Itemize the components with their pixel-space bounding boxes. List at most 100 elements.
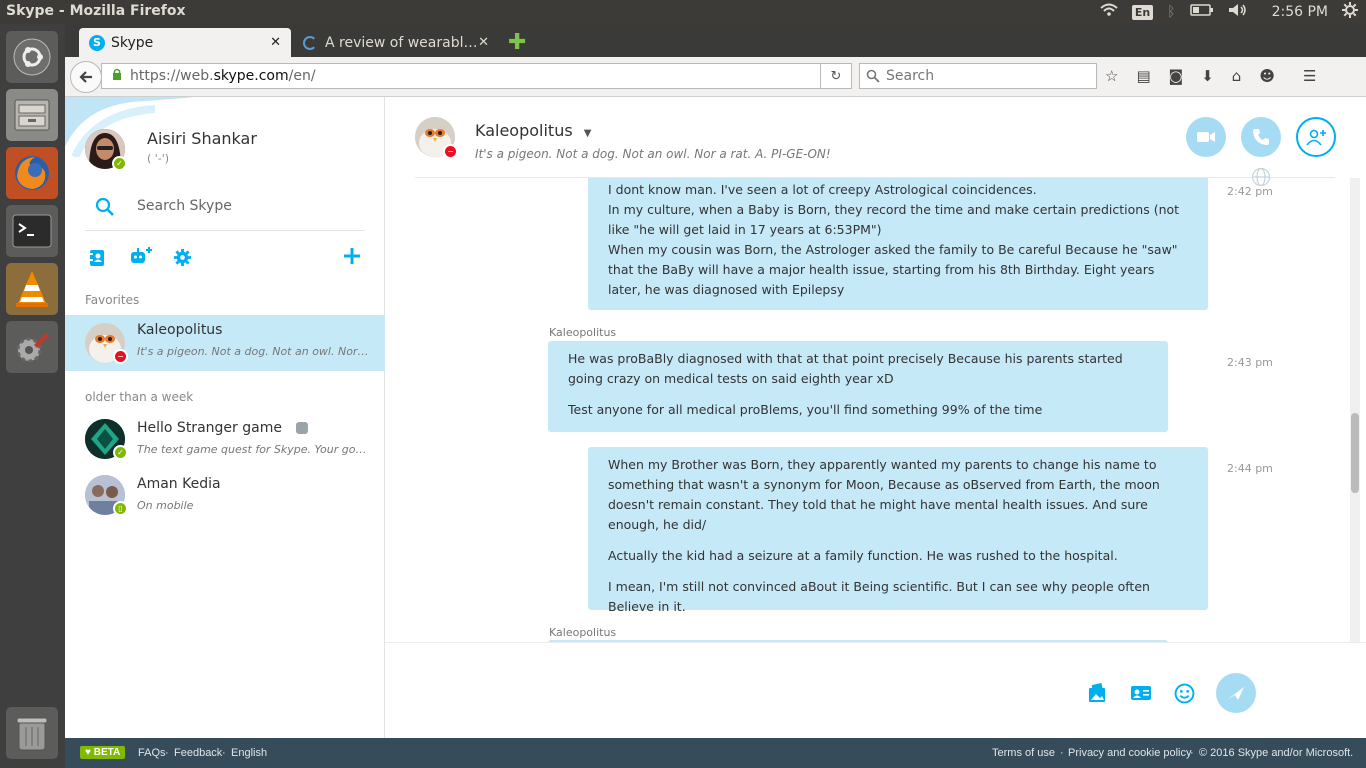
chat-icon[interactable]: ☻ [1259, 67, 1275, 85]
ubuntu-dash-button[interactable] [6, 31, 58, 83]
search-input[interactable]: Search [859, 63, 1097, 89]
do-not-disturb-status-badge: − [443, 144, 458, 159]
contacts-icon[interactable] [89, 249, 105, 271]
loading-spinner-icon [303, 35, 317, 50]
conversation-mood: It's a pigeon. Not a dog. Not an owl. No… [475, 147, 831, 161]
emoticon-icon[interactable] [1174, 683, 1195, 708]
files-icon[interactable] [6, 89, 58, 141]
contact-item-kaleopolitus[interactable]: − Kaleopolitus It's a pigeon. Not a dog.… [65, 315, 385, 371]
faqs-link[interactable]: FAQs [138, 747, 166, 759]
voice-call-button[interactable] [1241, 117, 1281, 157]
contact-item-hello-stranger-game[interactable]: ✓ Hello Stranger game The text game ques… [65, 413, 385, 469]
online-status-badge: ✓ [112, 156, 127, 171]
settings-gear-icon[interactable] [173, 248, 192, 271]
wifi-icon[interactable] [1100, 3, 1118, 21]
search-placeholder: Search [886, 68, 935, 84]
add-person-icon [1306, 129, 1326, 146]
add-bot-icon[interactable] [129, 247, 153, 271]
close-icon[interactable]: ✕ [270, 35, 281, 50]
message-text: I dont know man. I've seen a lot of cree… [608, 182, 1037, 197]
profile-name[interactable]: Aisiri Shankar [147, 129, 257, 148]
video-call-button[interactable] [1186, 117, 1226, 157]
reload-button[interactable]: ↻ [820, 63, 852, 89]
footer-separator: · [165, 747, 169, 759]
pocket-icon[interactable]: ◙ [1169, 67, 1184, 85]
back-button[interactable] [70, 61, 102, 93]
send-contact-icon[interactable] [1130, 685, 1152, 705]
add-participant-button[interactable] [1296, 117, 1336, 157]
video-camera-icon [1197, 132, 1215, 142]
search-icon [866, 69, 880, 83]
do-not-disturb-status-badge: − [113, 349, 128, 364]
url-bar[interactable]: https://web. skype.com/en/ [101, 63, 851, 89]
power-settings-icon[interactable] [1342, 2, 1358, 22]
contact-name: Kaleopolitus [137, 322, 223, 338]
message-text: Test anyone for all medical proBlems, yo… [568, 402, 1043, 417]
vlc-icon[interactable] [6, 263, 58, 315]
message-text: He was proBaBly diagnosed with that at t… [568, 351, 1123, 386]
beta-badge[interactable]: ♥ BETA [80, 746, 126, 759]
message-text: When my cousin was Born, the Astrologer … [608, 242, 1178, 297]
lock-icon [112, 68, 122, 84]
message-timestamp: 2:43 pm [1227, 356, 1273, 369]
contact-name: Aman Kedia [137, 476, 221, 492]
contact-mood: On mobile [137, 499, 194, 512]
footer-separator: · [1190, 747, 1194, 759]
older-header: older than a week [85, 390, 194, 404]
tab-review[interactable]: A review of wearabl… ✕ [293, 28, 499, 57]
close-icon[interactable]: ✕ [478, 35, 489, 50]
message-bubble-sent[interactable]: When my Brother was Born, they apparentl… [588, 447, 1208, 614]
scrollbar-thumb[interactable] [1351, 413, 1359, 493]
send-image-icon[interactable] [1086, 682, 1108, 708]
terms-link[interactable]: Terms of use [992, 747, 1055, 759]
new-tab-button[interactable]: ✚ [508, 30, 526, 55]
profile-mood[interactable]: ( '-') [147, 152, 169, 165]
online-status-badge: ✓ [113, 445, 128, 460]
clock[interactable]: 2:56 PM [1272, 4, 1328, 20]
system-settings-icon[interactable] [6, 321, 58, 373]
battery-icon[interactable] [1189, 4, 1214, 20]
contact-mood: The text game quest for Skype. Your goal… [137, 443, 369, 456]
contact-mood: It's a pigeon. Not a dog. Not an owl. No… [137, 345, 369, 358]
home-icon[interactable]: ⌂ [1232, 67, 1242, 85]
bluetooth-icon[interactable]: ᛒ [1167, 4, 1175, 20]
message-text: Actually the kid had a seizure at a fami… [608, 548, 1118, 563]
firefox-icon[interactable] [6, 147, 58, 199]
system-top-panel: Skype - Mozilla Firefox En ᛒ 2:56 PM [0, 0, 1366, 24]
url-host: skype.com [213, 68, 289, 84]
message-sender: Kaleopolitus [549, 326, 617, 339]
chevron-down-icon: ▼ [583, 128, 592, 139]
contact-name: Hello Stranger game [137, 420, 309, 436]
tab-skype[interactable]: S Skype ✕ [79, 28, 291, 57]
message-bubble-sent[interactable]: I dont know man. I've seen a lot of cree… [588, 178, 1208, 310]
message-input[interactable] [415, 653, 1065, 733]
terminal-icon[interactable] [6, 205, 58, 257]
scrollbar-track[interactable] [1350, 178, 1360, 642]
message-text: When my Brother was Born, they apparentl… [608, 457, 1160, 532]
bookmark-star-icon[interactable]: ☆ [1105, 67, 1118, 85]
bot-verified-icon [296, 422, 309, 434]
favorites-header: Favorites [85, 293, 140, 307]
browser-tab-strip: S Skype ✕ A review of wearabl… ✕ ✚ [65, 24, 1366, 57]
feedback-link[interactable]: Feedback [174, 747, 222, 759]
trash-icon[interactable] [6, 707, 58, 759]
message-sender: Kaleopolitus [549, 626, 617, 639]
new-conversation-plus-icon[interactable] [343, 247, 361, 269]
contact-item-aman-kedia[interactable]: ▯ Aman Kedia On mobile [65, 469, 385, 525]
url-prefix: https://web. [130, 68, 214, 84]
downloads-icon[interactable]: ⬇ [1201, 67, 1214, 85]
send-button[interactable] [1216, 673, 1256, 713]
volume-icon[interactable] [1228, 3, 1248, 21]
message-text: I mean, I'm still not convinced aBout it… [608, 579, 1150, 614]
skype-footer: ♥ BETA FAQs · Feedback · English Terms o… [65, 738, 1366, 768]
privacy-link[interactable]: Privacy and cookie policy [1068, 747, 1192, 759]
menu-icon[interactable]: ☰ [1303, 67, 1316, 85]
keyboard-layout-indicator[interactable]: En [1131, 4, 1154, 20]
reading-list-icon[interactable]: ▤ [1136, 67, 1150, 85]
search-icon [95, 197, 114, 216]
search-skype[interactable]: Search Skype [85, 191, 365, 231]
message-bubble-received[interactable]: He was proBaBly diagnosed with that at t… [548, 341, 1168, 432]
conversation-title[interactable]: Kaleopolitus ▼ [475, 121, 591, 140]
compose-area [385, 642, 1366, 738]
english-link[interactable]: English [231, 747, 267, 759]
